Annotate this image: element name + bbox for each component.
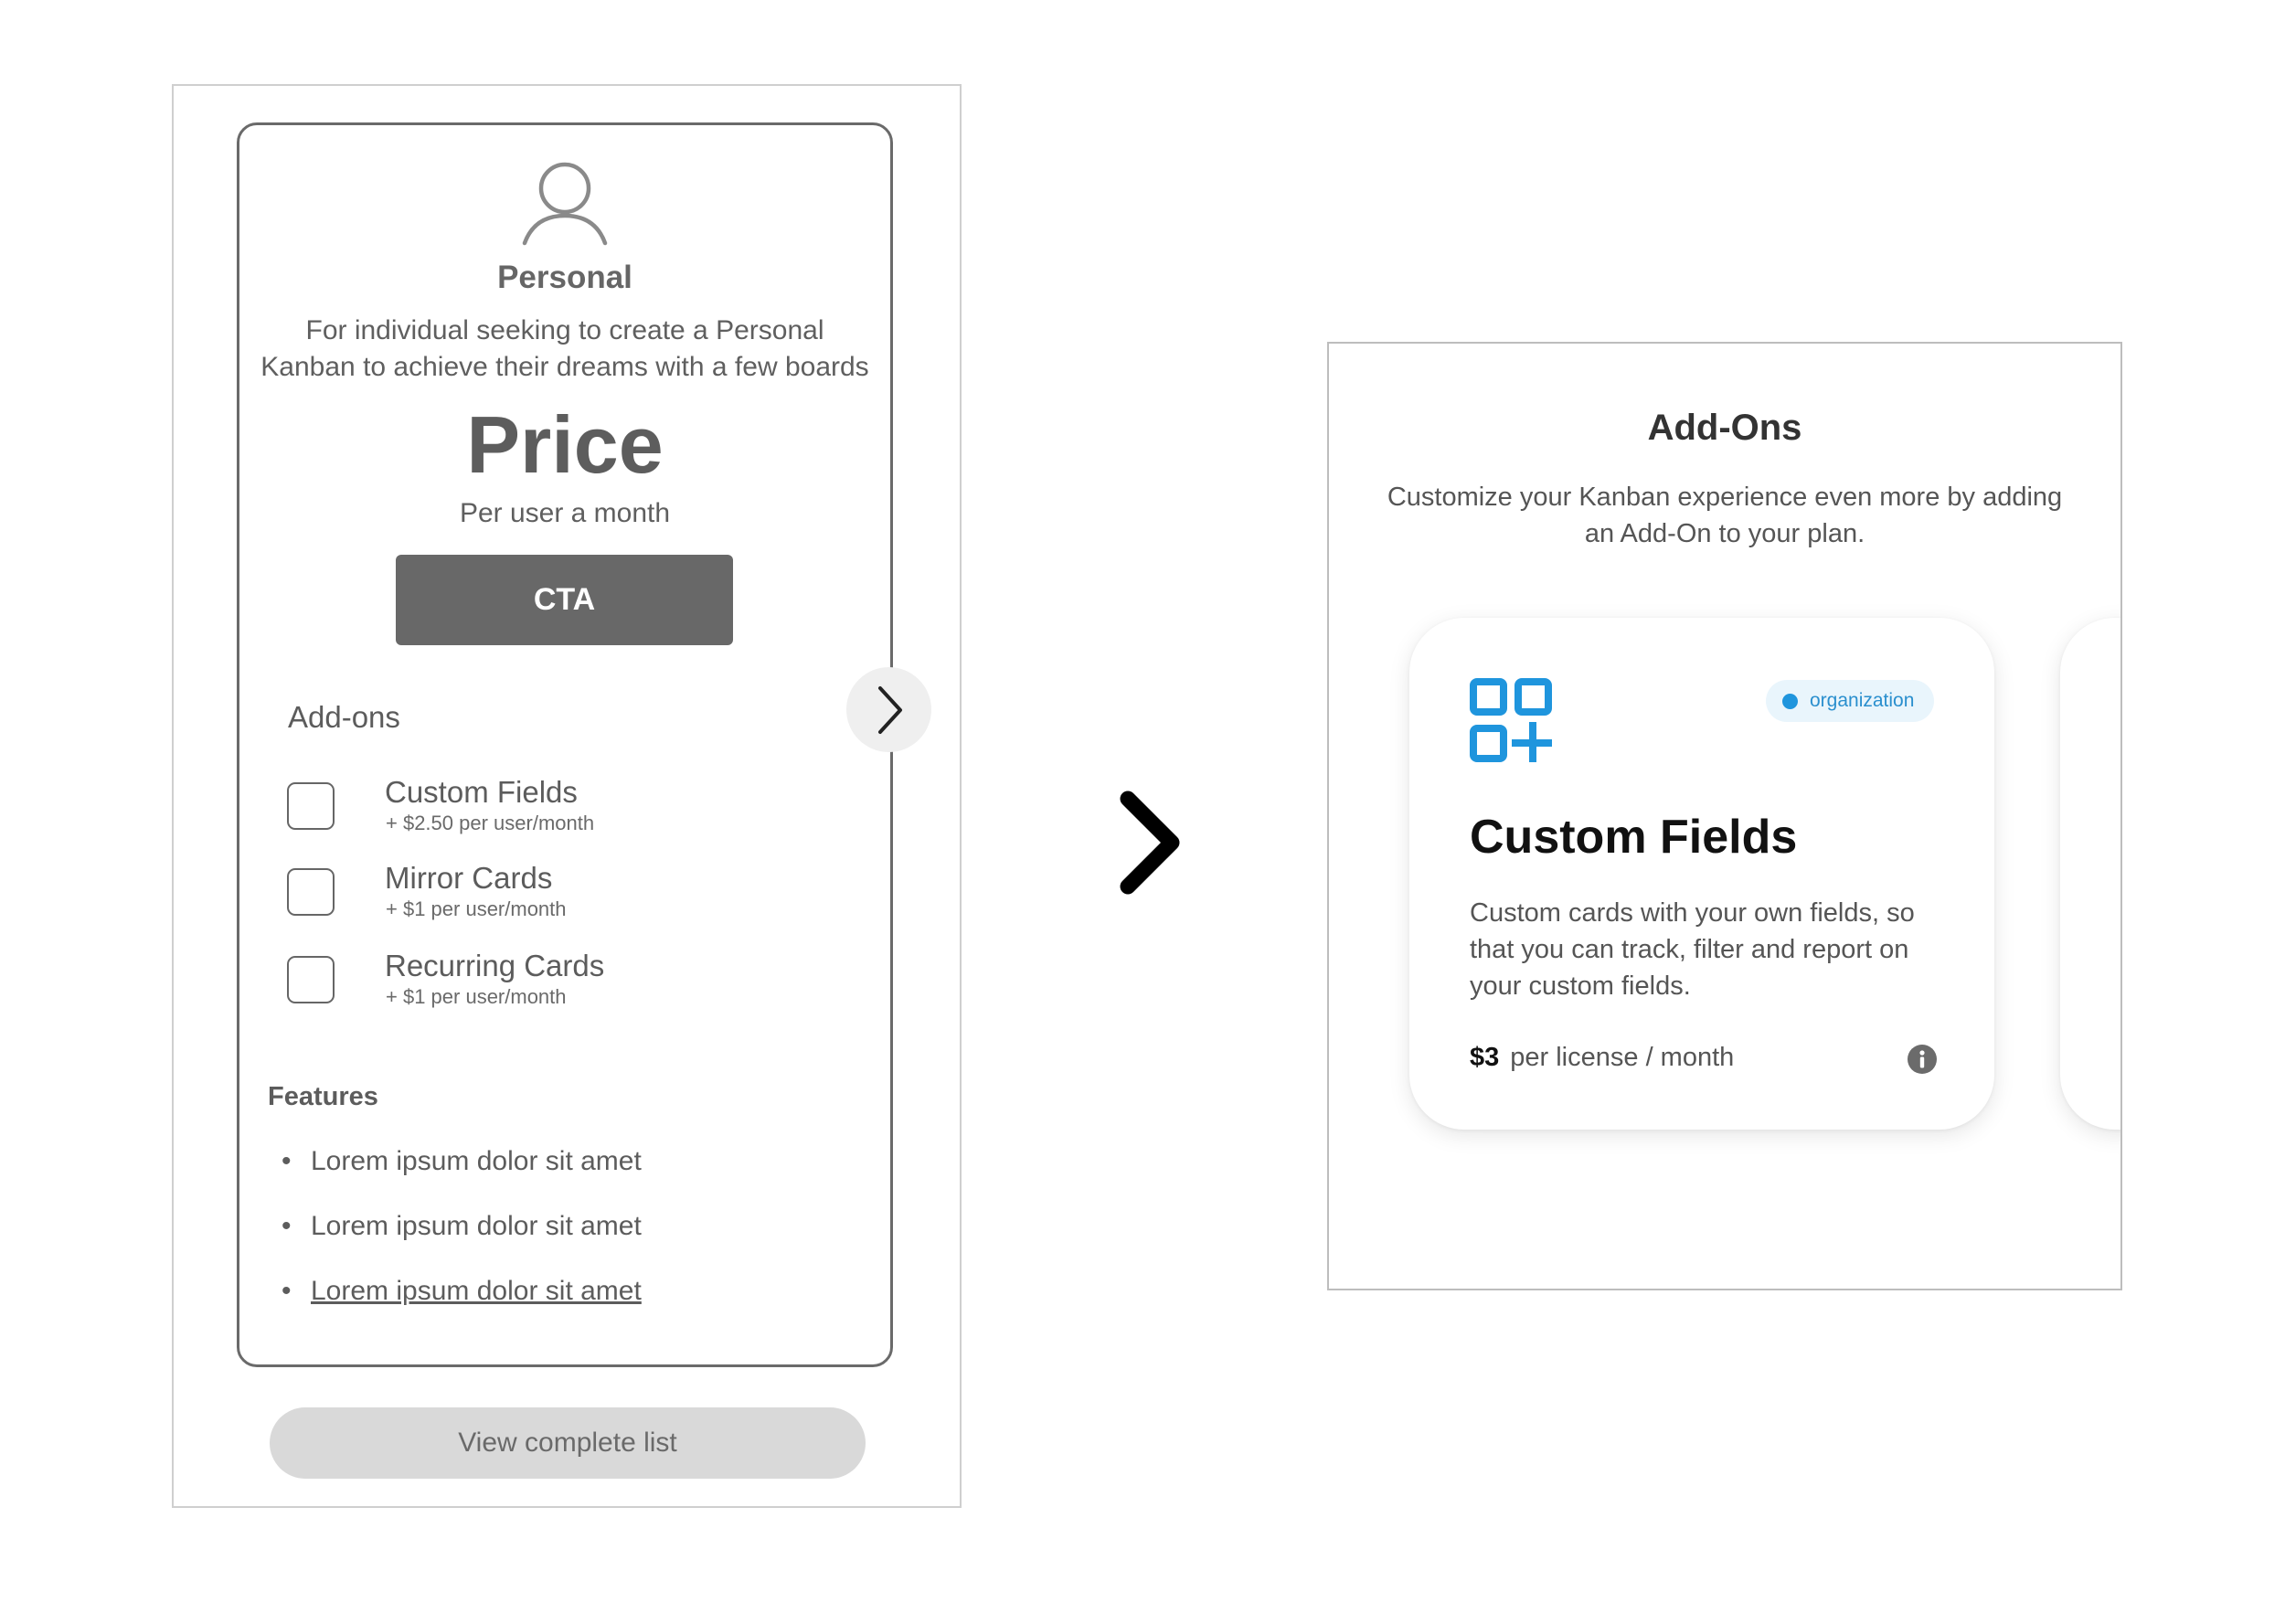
addon-option-mirror-cards[interactable]: Mirror Cards + $1 per user/month [287,861,835,934]
plan-description: For individual seeking to create a Perso… [260,315,869,382]
addon-checkbox[interactable] [287,782,335,830]
chevron-right-icon [1120,791,1180,895]
user-icon [522,162,608,246]
price-period: Per user a month [459,498,671,528]
addon-checkbox[interactable] [287,868,335,916]
addon-card-next-peek[interactable] [2060,618,2122,1130]
addon-card-title: Custom Fields [1470,811,1798,864]
addon-name: Mirror Cards [385,861,553,895]
addon-name: Recurring Cards [385,949,605,982]
addon-price: + $2.50 per user/month [386,812,595,834]
addon-price: + $1 per user/month [386,985,567,1008]
addons-panel-description: Customize your Kanban experience even mo… [1387,483,2063,548]
view-complete-list-button[interactable]: View complete list [270,1407,866,1479]
plan-card [237,122,893,1367]
feature-item-link[interactable]: • Lorem ipsum dolor sit amet [282,1276,642,1307]
addons-panel-title: Add-Ons [1647,408,1802,448]
addon-name: Custom Fields [385,775,578,809]
carousel-next-button[interactable] [846,667,931,752]
feature-item: • Lorem ipsum dolor sit amet [282,1211,642,1241]
addon-card-description: Custom cards with your own fields, so th… [1470,898,1915,1001]
cta-button[interactable]: CTA [396,555,733,645]
addon-option-recurring-cards[interactable]: Recurring Cards + $1 per user/month [287,949,835,1022]
plan-price: Price [466,399,664,490]
scope-badge: organization [1766,680,1935,722]
addon-option-custom-fields[interactable]: Custom Fields + $2.50 per user/month [287,775,835,848]
addon-checkbox[interactable] [287,956,335,1003]
addon-card-custom-fields[interactable]: organization Custom Fields Custom cards … [1409,618,1994,1130]
addons-panel: Add-Ons Customize your Kanban experience… [1327,342,2122,1290]
plan-name: Personal [497,260,632,295]
addons-heading: Add-ons [288,700,400,734]
info-icon[interactable] [1907,1044,1938,1075]
addon-icon-peek [2120,727,2122,760]
grid-plus-icon [1470,678,1552,762]
badge-dot-icon [1782,693,1798,709]
chevron-right-icon [877,685,902,734]
addon-icon-peek [2120,680,2122,713]
addon-price: + $1 per user/month [386,897,567,920]
feature-item: • Lorem ipsum dolor sit amet [282,1146,642,1176]
features-heading: Features [268,1082,378,1111]
addon-card-price: $3 per license / month [1470,1043,1735,1072]
